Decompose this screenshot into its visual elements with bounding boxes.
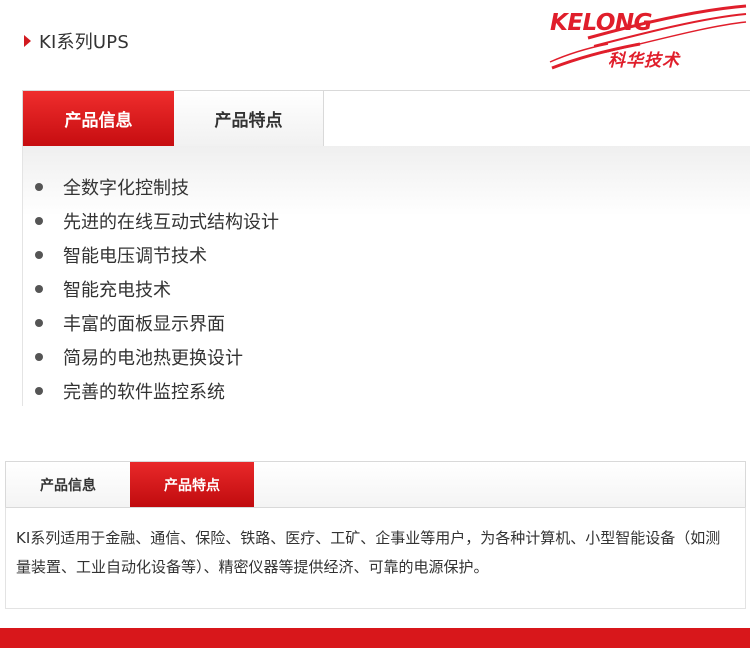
header: KI系列UPS KELONG 科华技术 [0,0,750,90]
list-item: 智能充电技术 [35,272,279,306]
footer-bar [0,628,750,648]
bullet-icon [35,353,43,361]
product-description: KI系列适用于金融、通信、保险、铁路、医疗、工矿、企事业等用户，为各种计算机、小… [16,529,721,576]
bullet-icon [35,183,43,191]
bullet-icon [35,387,43,395]
breadcrumb: KI系列UPS [24,28,129,54]
page-title: KI系列UPS [39,32,129,53]
feature-text: 全数字化控制技 [63,178,189,199]
feature-text: 先进的在线互动式结构设计 [63,212,279,233]
feature-text: 智能充电技术 [63,280,171,301]
feature-text: 完善的软件监控系统 [63,382,225,403]
tab-product-info[interactable]: 产品信息 [23,91,174,155]
list-item: 全数字化控制技 [35,170,279,204]
bullet-icon [35,251,43,259]
list-item: 完善的软件监控系统 [35,374,279,408]
logo-cn-name: 科华技术 [608,51,680,71]
product-info-panel: 全数字化控制技 先进的在线互动式结构设计 智能电压调节技术 智能充电技术 丰富的… [22,146,750,406]
triangle-bullet-icon [24,35,31,47]
logo-wordmark: KELONG [550,10,653,36]
list-item: 简易的电池热更换设计 [35,340,279,374]
bullet-icon [35,217,43,225]
feature-text: 简易的电池热更换设计 [63,348,243,369]
kelong-logo: KELONG 科华技术 [548,4,748,74]
tab-product-info[interactable]: 产品信息 [6,462,130,507]
list-item: 智能电压调节技术 [35,238,279,272]
product-tabs-bottom: 产品信息 产品特点 [5,461,746,515]
feature-text: 智能电压调节技术 [63,246,207,267]
list-item: 先进的在线互动式结构设计 [35,204,279,238]
bullet-icon [35,319,43,327]
product-features-panel: KI系列适用于金融、通信、保险、铁路、医疗、工矿、企事业等用户，为各种计算机、小… [5,507,746,609]
tab-product-features[interactable]: 产品特点 [174,91,324,146]
feature-text: 丰富的面板显示界面 [63,314,225,335]
feature-list: 全数字化控制技 先进的在线互动式结构设计 智能电压调节技术 智能充电技术 丰富的… [35,170,279,408]
bullet-icon [35,285,43,293]
product-tabs-top: 产品信息 产品特点 [22,90,750,155]
tab-product-features[interactable]: 产品特点 [130,462,254,515]
list-item: 丰富的面板显示界面 [35,306,279,340]
